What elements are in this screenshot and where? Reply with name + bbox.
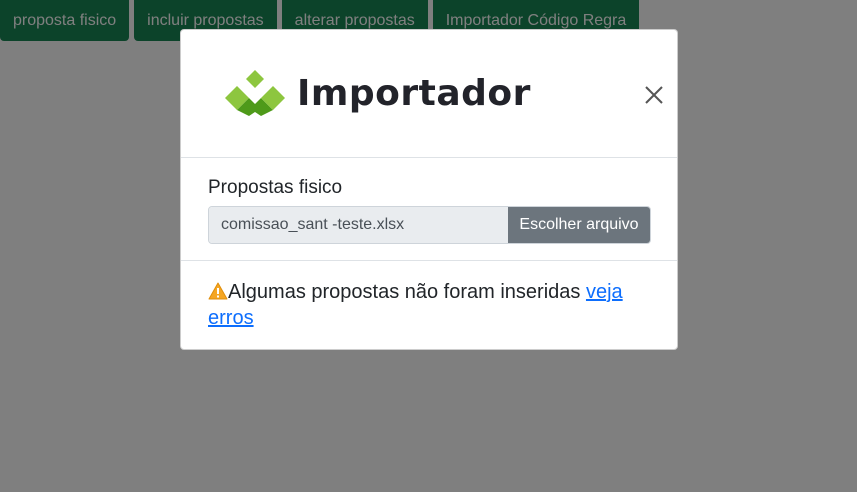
modal-body: Propostas fisico comissao_sant -teste.xl… bbox=[181, 158, 677, 261]
importador-logo-icon bbox=[225, 70, 285, 116]
close-button[interactable] bbox=[643, 84, 665, 106]
warning-message: Algumas propostas não foram inseridas bbox=[228, 281, 586, 303]
selected-file-name[interactable]: comissao_sant -teste.xlsx bbox=[209, 207, 508, 243]
choose-file-button[interactable]: Escolher arquivo bbox=[508, 207, 650, 243]
logo-text: Importador bbox=[297, 72, 531, 114]
propostas-fisico-label: Propostas fisico bbox=[208, 177, 343, 198]
page: proposta fisico incluir propostas altera… bbox=[0, 0, 857, 492]
file-input[interactable]: comissao_sant -teste.xlsx Escolher arqui… bbox=[208, 206, 651, 244]
importador-logo: Importador bbox=[223, 68, 531, 118]
modal-header: Importador bbox=[181, 30, 677, 158]
modal-footer: Algumas propostas não foram inseridas ve… bbox=[208, 279, 648, 331]
warning-icon bbox=[208, 282, 228, 300]
close-icon bbox=[645, 86, 663, 104]
importer-modal: Importador Propostas fisico comissao_san… bbox=[180, 29, 678, 350]
